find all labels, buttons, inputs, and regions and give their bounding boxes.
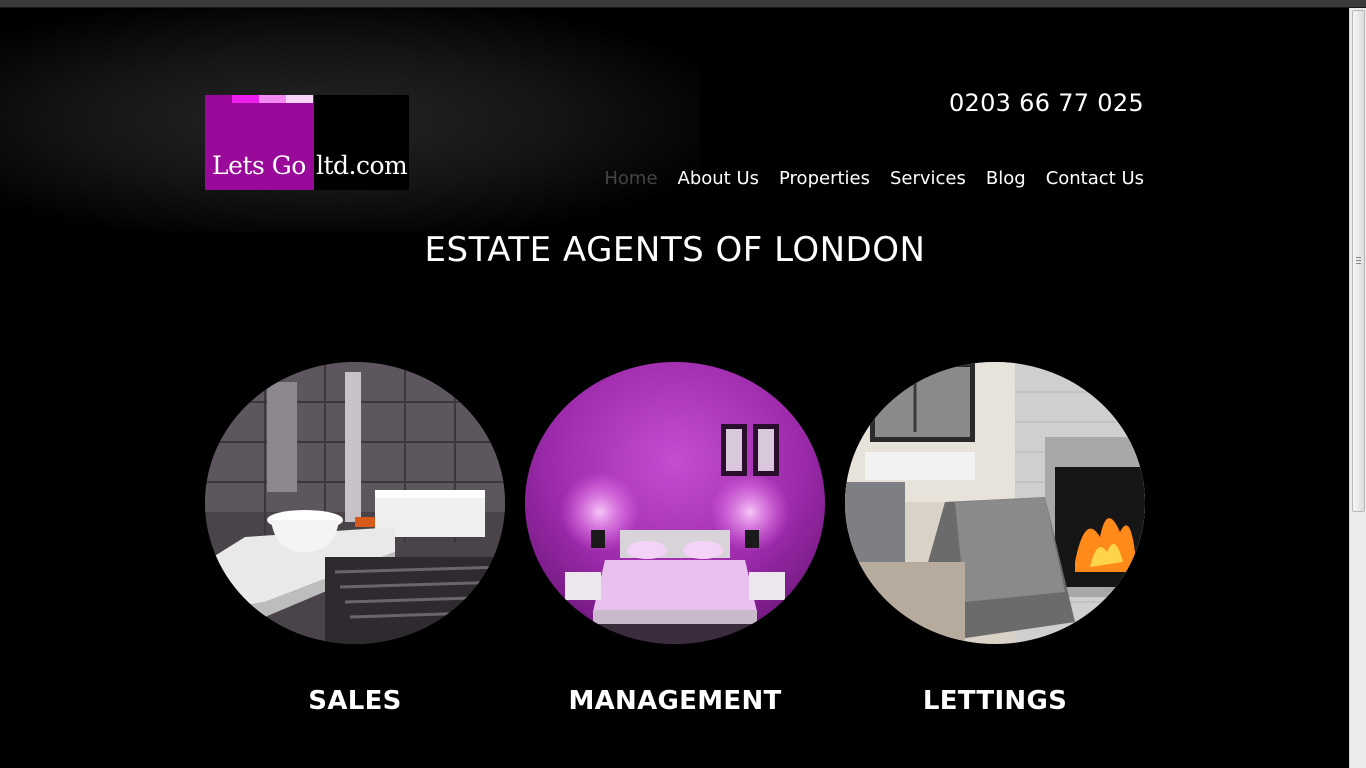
nav-home[interactable]: Home [604, 168, 657, 189]
main-nav: Home About Us Properties Services Blog C… [604, 168, 1144, 189]
management-label[interactable]: MANAGEMENT [525, 686, 825, 716]
lettings-image[interactable] [845, 362, 1145, 644]
nav-services[interactable]: Services [890, 168, 966, 189]
logo-stripe [205, 95, 232, 103]
sales-label[interactable]: SALES [205, 686, 505, 716]
phone-number: 0203 66 77 025 [948, 89, 1144, 117]
logo-text-lets-go: Lets Go [212, 151, 306, 180]
scrollbar-thumb[interactable] [1352, 10, 1365, 512]
sales-image[interactable] [205, 362, 505, 644]
logo-stripe [286, 95, 313, 103]
page-headline: ESTATE AGENTS OF LONDON [424, 230, 926, 270]
grip-line [1356, 260, 1361, 261]
management-image[interactable] [525, 362, 825, 644]
nav-properties[interactable]: Properties [779, 168, 870, 189]
browser-top-edge [0, 0, 1366, 8]
logo-stripe [259, 95, 286, 103]
nav-contact-us[interactable]: Contact Us [1046, 168, 1144, 189]
logo-text-domain: ltd.com [316, 151, 408, 180]
site-logo[interactable]: Lets Go ltd.com [205, 95, 409, 190]
lettings-label[interactable]: LETTINGS [845, 686, 1145, 716]
nav-blog[interactable]: Blog [986, 168, 1026, 189]
grip-line [1356, 257, 1361, 258]
vertical-scrollbar[interactable] [1349, 8, 1366, 768]
logo-stripe [232, 95, 259, 103]
nav-about-us[interactable]: About Us [678, 168, 760, 189]
grip-line [1356, 263, 1361, 264]
